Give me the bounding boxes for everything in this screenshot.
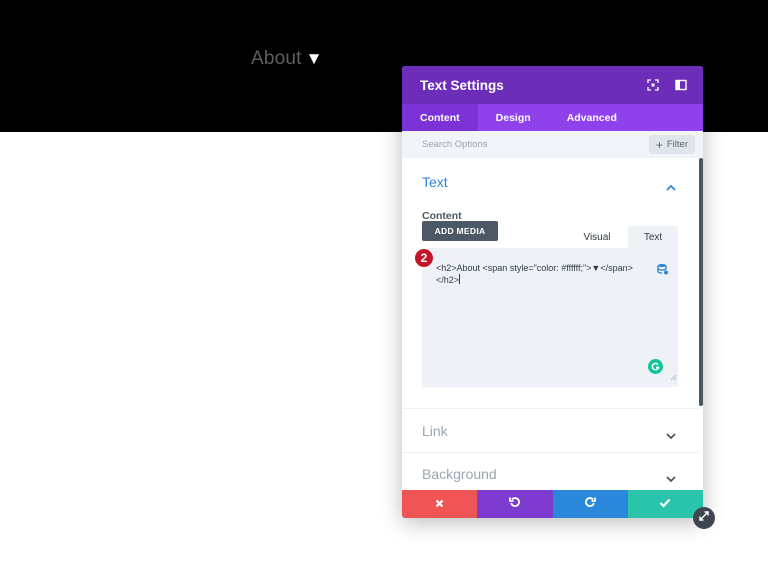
dynamic-content-icon[interactable] xyxy=(657,262,668,280)
link-section-title: Link xyxy=(422,423,448,439)
search-options-row: + Filter xyxy=(402,131,703,158)
step-number-badge: 2 xyxy=(414,248,434,268)
textarea-resize-grip-icon[interactable] xyxy=(670,368,677,386)
panel-footer xyxy=(402,490,703,518)
tab-design[interactable]: Design xyxy=(478,104,549,131)
check-icon xyxy=(659,495,671,513)
undo-button[interactable] xyxy=(477,490,553,518)
panel-resize-handle[interactable] xyxy=(693,507,715,529)
tab-content[interactable]: Content xyxy=(402,104,478,131)
code-line-1: <h2>About <span style="color: #ffffff;">… xyxy=(436,263,633,273)
text-caret xyxy=(459,274,461,284)
content-code-editor[interactable]: <h2>About <span style="color: #ffffff;">… xyxy=(422,248,678,387)
split-view-icon[interactable] xyxy=(674,78,688,92)
code-text: <h2>About <span style="color: #ffffff;">… xyxy=(436,262,656,286)
panel-title: Text Settings xyxy=(420,77,504,93)
down-arrow-glyph: ▼ xyxy=(305,49,323,68)
grammarly-icon[interactable] xyxy=(648,359,663,374)
discard-button[interactable] xyxy=(402,490,478,518)
undo-icon xyxy=(508,495,521,513)
add-media-button[interactable]: ADD MEDIA xyxy=(422,221,498,241)
panel-header[interactable]: Text Settings xyxy=(402,66,703,104)
text-section: Text Content ADD MEDIA Visual Text <h2>A… xyxy=(402,158,699,409)
text-section-title[interactable]: Text xyxy=(422,174,448,190)
about-heading[interactable]: About ▼ xyxy=(251,48,323,70)
link-section[interactable]: Link xyxy=(402,410,699,453)
tab-advanced[interactable]: Advanced xyxy=(549,104,635,131)
editor-tab-text[interactable]: Text xyxy=(628,226,678,248)
close-icon xyxy=(435,495,444,513)
editor-tab-visual[interactable]: Visual xyxy=(568,226,626,248)
text-settings-panel: Text Settings Content Design Advanced + … xyxy=(402,66,703,518)
chevron-up-icon[interactable] xyxy=(666,178,676,196)
plus-icon: + xyxy=(655,137,663,152)
heading-text: About xyxy=(251,48,302,69)
search-options-input[interactable] xyxy=(422,139,622,150)
chevron-down-icon xyxy=(666,427,676,445)
resize-arrows-icon xyxy=(698,509,710,527)
panel-scrollbar[interactable] xyxy=(699,158,703,406)
redo-icon xyxy=(584,495,597,513)
settings-tabs: Content Design Advanced xyxy=(402,104,703,131)
code-line-2: </h2> xyxy=(436,275,460,285)
filter-label: Filter xyxy=(666,139,688,150)
chevron-down-icon xyxy=(666,470,676,488)
background-section-title: Background xyxy=(422,466,497,482)
save-button[interactable] xyxy=(627,490,703,518)
filter-button[interactable]: + Filter xyxy=(648,135,695,154)
redo-button[interactable] xyxy=(552,490,628,518)
expand-icon[interactable] xyxy=(646,78,660,92)
